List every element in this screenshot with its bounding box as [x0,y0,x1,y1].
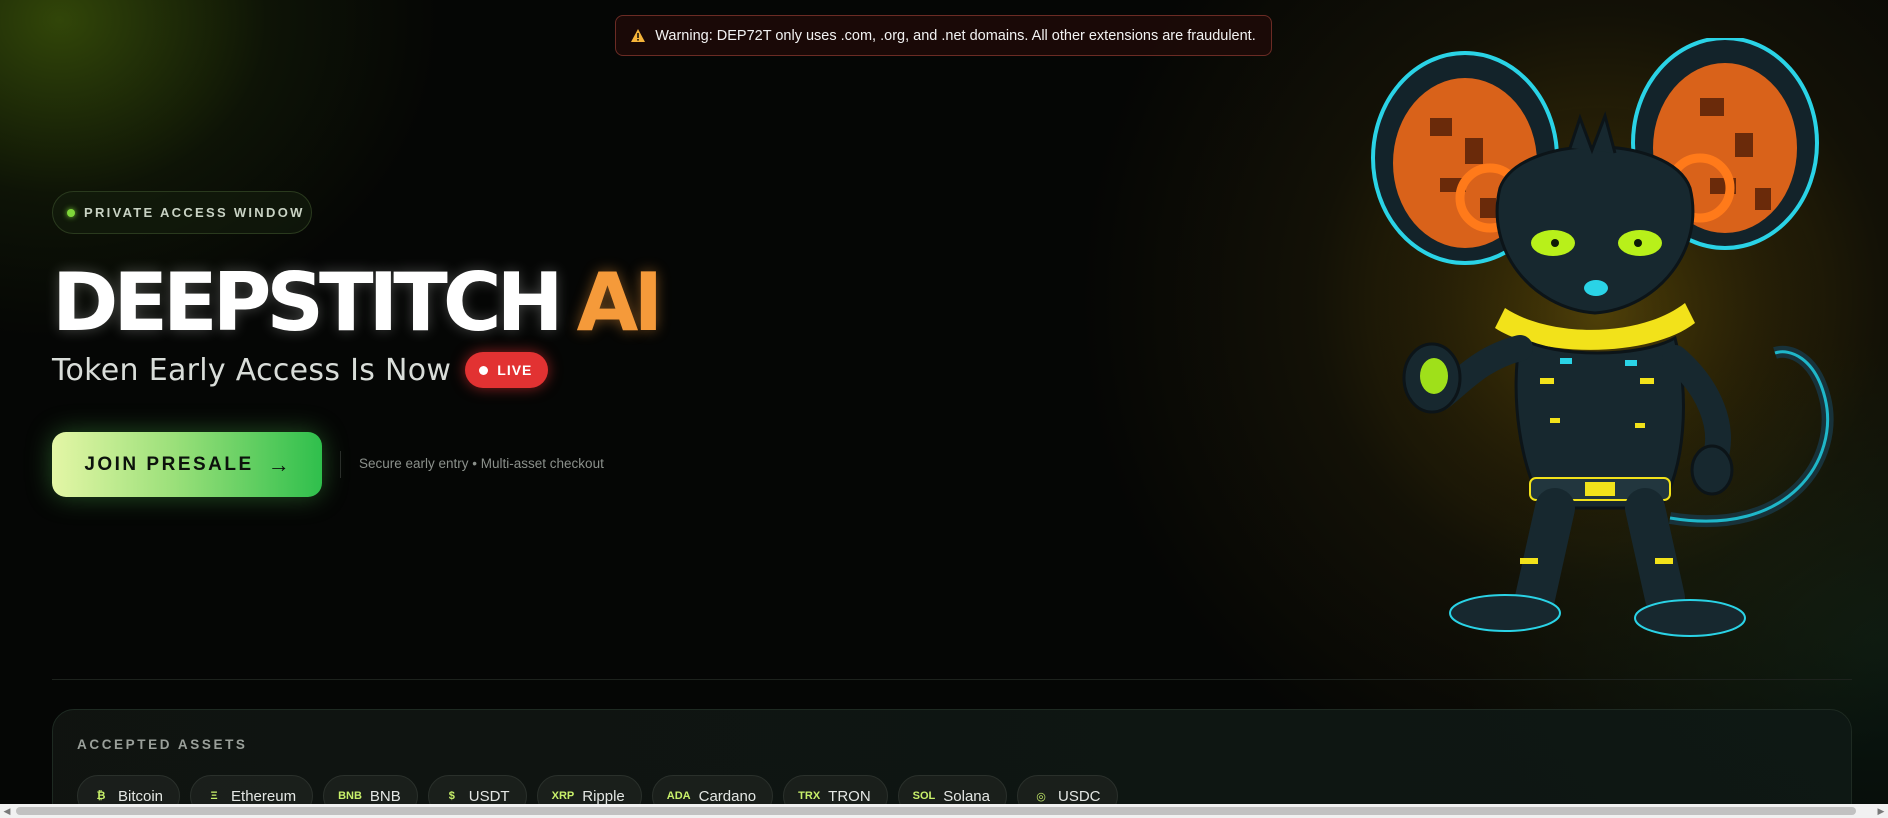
subtitle: Token Early Access Is Now [52,352,452,388]
cta-note: Secure early entry • Multi-asset checkou… [359,456,604,471]
section-divider [52,679,1852,680]
asset-name: Solana [943,787,990,805]
arrow-right-icon: → [267,451,290,477]
accepted-assets-panel: ACCEPTED ASSETS ₿ Bitcoin Ξ Ethereum BNB BN… [52,709,1852,818]
live-label: LIVE [497,362,533,378]
join-presale-button[interactable]: JOIN PRESALE → [52,432,322,497]
scrollbar-thumb[interactable] [16,807,1856,815]
private-access-badge: PRIVATE ACCESS WINDOW [52,191,312,234]
asset-name: Ethereum [231,787,297,805]
badge-label: PRIVATE ACCESS WINDOW [84,205,305,220]
status-dot-icon [67,208,75,217]
solana-icon: SOL [912,790,936,802]
live-badge: LIVE [465,352,549,388]
cta-divider [340,451,341,478]
asset-name: TRON [828,787,871,805]
title-accent: AI [576,256,664,349]
usdc-icon: ◎ [1036,790,1046,803]
cta-label: JOIN PRESALE [84,453,254,475]
title-main: DEEPSTITCH [52,256,564,349]
scroll-left-icon[interactable]: ◀ [2,806,12,816]
tron-icon: TRX [798,790,821,802]
asset-name: USDC [1058,787,1101,805]
asset-name: USDT [468,787,510,805]
ripple-icon: XRP [551,790,575,802]
asset-name: BNB [369,787,401,805]
warning-triangle-icon [631,29,646,42]
page-title: DEEPSTITCH AI [52,256,664,349]
subtitle-row: Token Early Access Is Now LIVE [52,352,549,388]
horizontal-scrollbar[interactable]: ◀ ▶ [0,804,1888,818]
cyber-mouse-mascot-image [1370,38,1834,637]
bnb-icon: BNB [338,790,362,802]
asset-name: Cardano [698,787,757,805]
usdt-icon: $ [448,790,455,802]
asset-name: Ripple [582,787,625,805]
live-dot-icon [479,365,489,375]
bitcoin-icon: ₿ [96,790,106,802]
domain-warning-banner: Warning: DEP72T only uses .com, .org, an… [615,15,1272,56]
scroll-right-icon[interactable]: ▶ [1876,806,1886,816]
warning-text: Warning: DEP72T only uses .com, .org, an… [655,27,1256,44]
accepted-assets-title: ACCEPTED ASSETS [77,737,248,752]
asset-name: Bitcoin [118,787,164,805]
ethereum-icon: Ξ [210,790,218,802]
cardano-icon: ADA [666,790,691,802]
